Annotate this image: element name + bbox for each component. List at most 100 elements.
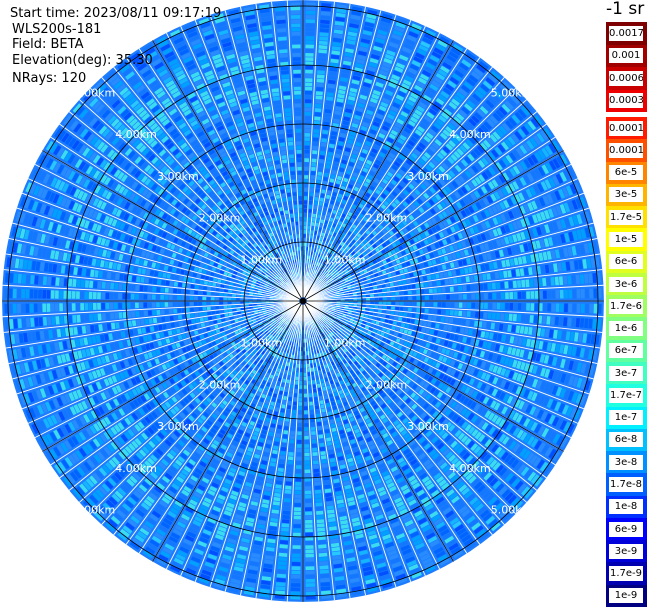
radar-gate xyxy=(487,312,492,319)
radar-gate xyxy=(517,303,522,311)
radar-gate xyxy=(110,312,115,320)
radar-gate xyxy=(312,456,319,461)
radar-gate xyxy=(80,291,85,299)
radar-gate xyxy=(290,583,301,587)
radar-gate xyxy=(130,302,135,309)
radar-gate xyxy=(420,302,425,307)
radar-gate xyxy=(542,315,547,325)
radar-gate xyxy=(185,289,190,294)
radar-gate xyxy=(395,306,400,311)
radar-gate xyxy=(433,302,438,307)
radar-gate xyxy=(280,451,286,456)
radar-gate xyxy=(84,291,89,299)
radar-gate xyxy=(411,313,416,318)
radar-gate xyxy=(296,452,302,457)
radar-gate xyxy=(292,549,301,554)
radar-gate xyxy=(33,289,38,299)
radar-gate xyxy=(139,310,144,317)
radar-gate xyxy=(589,303,594,314)
radar-gate xyxy=(30,317,35,327)
radar-gate xyxy=(454,310,458,316)
radar-gate xyxy=(291,578,301,583)
radar-gate xyxy=(148,278,153,284)
radar-gate xyxy=(593,303,598,314)
radar-gate xyxy=(303,359,306,364)
radar-gate xyxy=(453,318,458,324)
radar-gate xyxy=(198,285,203,290)
radar-gate xyxy=(290,384,294,389)
radar-gate xyxy=(374,301,379,305)
radar-gate xyxy=(505,302,509,310)
radar-gate xyxy=(588,318,593,329)
radar-gate xyxy=(284,494,291,499)
radar-gate xyxy=(160,302,165,308)
radar-gate xyxy=(295,376,299,381)
radar-gate xyxy=(304,435,309,440)
radar-gate xyxy=(291,422,296,427)
radar-gate xyxy=(457,318,462,325)
radar-gate xyxy=(303,385,307,389)
radar-gate xyxy=(152,286,157,292)
radar-gate xyxy=(206,296,211,301)
radar-gate xyxy=(223,301,228,305)
radar-gate xyxy=(156,302,160,308)
radar-gate xyxy=(284,421,290,426)
radar-gate xyxy=(253,298,257,301)
radar-gate xyxy=(305,578,315,583)
radar-gate xyxy=(547,303,551,312)
radar-gate xyxy=(304,414,308,419)
radar-gate xyxy=(173,302,177,307)
radar-gate xyxy=(283,498,291,503)
radar-gate xyxy=(415,314,420,319)
radar-gate xyxy=(42,316,48,326)
radar-gate xyxy=(143,294,148,300)
radar-gate xyxy=(313,392,318,397)
radar-gate xyxy=(152,310,157,316)
radar-gate xyxy=(55,303,59,312)
radar-gate xyxy=(305,587,316,592)
radar-gate xyxy=(55,290,59,299)
radar-gate xyxy=(295,482,302,486)
radar-gate xyxy=(139,302,143,308)
radar-gate xyxy=(126,284,131,291)
radar-gate xyxy=(305,515,313,520)
radar-gate xyxy=(186,283,191,288)
radar-gate xyxy=(550,316,555,325)
radar-gate xyxy=(165,280,170,286)
radar-gate xyxy=(248,301,253,304)
radar-gate xyxy=(232,294,236,297)
radar-gate xyxy=(80,279,85,288)
radar-gate xyxy=(101,292,106,300)
radar-gate xyxy=(286,468,293,473)
radar-gate xyxy=(253,296,257,299)
radar-gate xyxy=(345,301,349,303)
radar-gate xyxy=(190,284,195,289)
radar-gate xyxy=(161,316,166,322)
radar-gate xyxy=(232,301,236,304)
radar-gate xyxy=(276,573,286,578)
radar-gate xyxy=(202,291,207,295)
radar-gate xyxy=(521,314,526,323)
radar-gate xyxy=(304,490,312,495)
radar-gate xyxy=(292,541,301,545)
radar-gate xyxy=(51,316,56,325)
radar-gate xyxy=(491,312,496,320)
radar-gate xyxy=(148,318,153,324)
radar-gate xyxy=(296,448,302,453)
radar-gate xyxy=(281,404,286,409)
radar-gate xyxy=(391,301,396,305)
radar-gate xyxy=(164,302,169,307)
radar-gate xyxy=(206,291,211,296)
radar-gate xyxy=(240,301,245,304)
radar-gate xyxy=(190,290,194,295)
radar-gate xyxy=(285,485,292,490)
radar-gate xyxy=(17,288,21,299)
radar-gate xyxy=(287,460,294,465)
radar-gate xyxy=(25,303,30,313)
radar-gate xyxy=(579,318,585,328)
radar-gate xyxy=(365,304,370,308)
radar-gate xyxy=(178,282,183,288)
radar-gate xyxy=(148,286,152,292)
radar-gate xyxy=(139,285,144,292)
radar-gate xyxy=(414,319,419,325)
